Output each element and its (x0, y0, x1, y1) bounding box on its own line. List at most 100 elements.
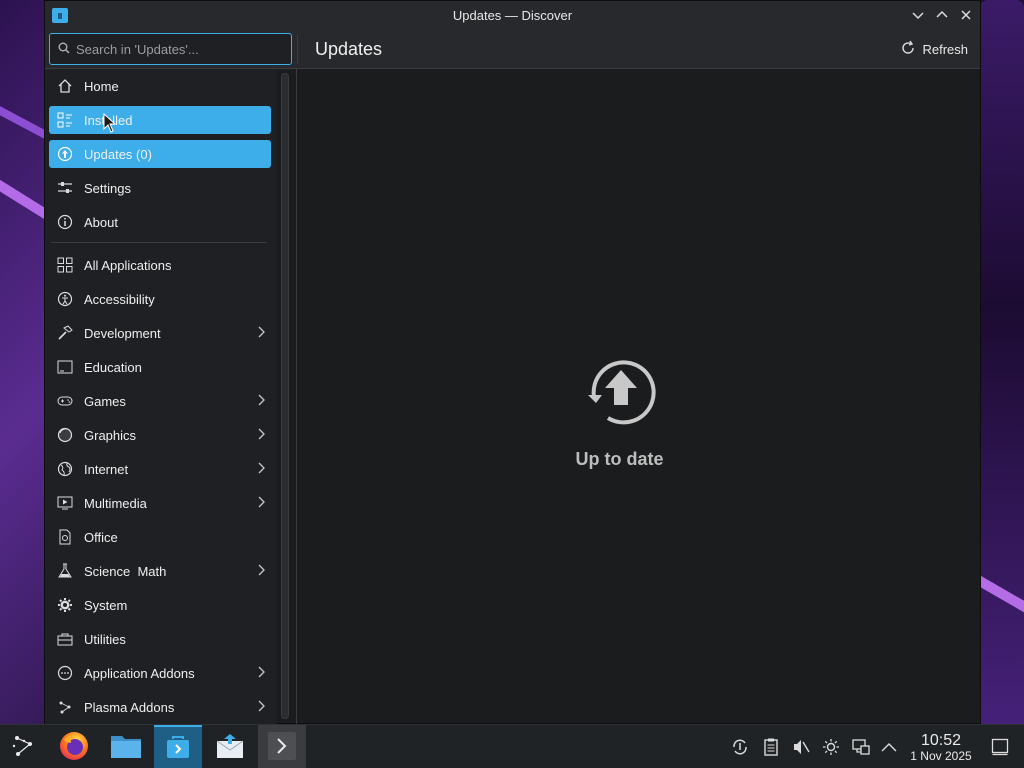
sidebar-item-development[interactable]: Development (49, 319, 271, 347)
launcher-icon (11, 733, 37, 762)
sidebar-item-label: System (84, 597, 128, 613)
taskbar-file-manager[interactable] (102, 725, 150, 768)
sidebar-item-system[interactable]: System (49, 591, 271, 619)
chevron-right-icon (257, 563, 265, 579)
sidebar: Home Installed Updates (0) Settings Abou… (45, 69, 277, 725)
sidebar-item-updates[interactable]: Updates (0) (49, 140, 271, 168)
chevron-right-icon (257, 393, 265, 409)
settings-icon (56, 179, 74, 197)
hammer-icon (56, 324, 74, 342)
sidebar-item-games[interactable]: Games (49, 387, 271, 415)
sidebar-item-plasma-addons[interactable]: Plasma Addons (49, 693, 271, 721)
sidebar-item-label: Settings (84, 180, 131, 196)
chevron-right-icon (257, 665, 265, 681)
sidebar-item-installed[interactable]: Installed (49, 106, 271, 134)
search-icon (58, 42, 70, 57)
grid-icon (56, 256, 74, 274)
flask-icon (56, 562, 74, 580)
titlebar[interactable]: Updates — Discover (45, 1, 980, 30)
sidebar-item-home[interactable]: Home (49, 72, 271, 100)
sidebar-scrollbar[interactable] (281, 73, 289, 719)
mouse-cursor (103, 112, 117, 136)
sidebar-divider (51, 242, 267, 243)
taskbar: 10:52 1 Nov 2025 (0, 724, 1024, 768)
sidebar-item-label: About (84, 214, 118, 230)
sidebar-item-label: Utilities (84, 631, 126, 647)
sidebar-item-label: All Applications (84, 257, 172, 273)
sidebar-item-accessibility[interactable]: Accessibility (49, 285, 271, 313)
chevron-right-icon (257, 699, 265, 715)
wallpaper-edge (980, 0, 1024, 768)
taskbar-discover[interactable] (154, 725, 202, 768)
discover-window: Updates — Discover Updates Refresh (44, 0, 981, 725)
sidebar-item-education[interactable]: Education (49, 353, 271, 381)
sidebar-item-graphics[interactable]: Graphics (49, 421, 271, 449)
chevron-right-icon (257, 461, 265, 477)
volume-muted-icon[interactable] (792, 738, 810, 756)
show-desktop-icon[interactable] (991, 738, 1009, 756)
office-icon (56, 528, 74, 546)
sidebar-item-about[interactable]: About (49, 208, 271, 236)
firefox-icon (58, 730, 90, 765)
sidebar-item-label: Plasma Addons (84, 699, 175, 715)
sidebar-item-science-math[interactable]: Science Math (49, 557, 271, 585)
chevron-right-icon (257, 427, 265, 443)
refresh-button[interactable]: Refresh (900, 40, 968, 59)
brightness-icon[interactable] (822, 738, 840, 756)
taskbar-mail[interactable] (206, 725, 254, 768)
toolbox-icon (56, 630, 74, 648)
sidebar-item-label: Office (84, 529, 118, 545)
search-field[interactable] (49, 33, 292, 65)
clock-time: 10:52 (920, 732, 962, 749)
updates-content: Up to date (297, 69, 980, 723)
sidebar-item-multimedia[interactable]: Multimedia (49, 489, 271, 517)
sidebar-item-label: Updates (0) (84, 146, 152, 162)
chevron-up-icon[interactable] (880, 738, 898, 756)
chevron-right-icon (257, 495, 265, 511)
maximize-icon[interactable] (934, 7, 950, 23)
multimedia-icon (56, 494, 74, 512)
refresh-label: Refresh (922, 42, 968, 57)
window-title: Updates — Discover (452, 8, 573, 23)
page-title: Updates (315, 39, 383, 59)
sidebar-item-label: Graphics (84, 427, 137, 443)
digital-clock[interactable]: 10:52 1 Nov 2025 (905, 732, 977, 763)
home-icon (56, 77, 74, 95)
app-launcher-button[interactable] (0, 725, 48, 768)
graphics-icon (56, 426, 74, 444)
sidebar-item-label: Internet (84, 461, 129, 477)
sidebar-item-label: Science Math (84, 563, 167, 579)
search-input[interactable] (76, 41, 276, 57)
sidebar-item-all-applications[interactable]: All Applications (49, 251, 271, 279)
minimize-icon[interactable] (910, 7, 926, 23)
sidebar-item-label: Multimedia (84, 495, 147, 511)
taskbar-terminal[interactable] (258, 725, 306, 768)
sidebar-item-label: Home (84, 78, 119, 94)
globe-icon (56, 460, 74, 478)
sidebar-item-utilities[interactable]: Utilities (49, 625, 271, 653)
taskbar-firefox[interactable] (50, 725, 98, 768)
refresh-icon (900, 40, 916, 59)
sidebar-item-label: Games (84, 393, 126, 409)
info-icon (56, 213, 74, 231)
sidebar-item-label: Application Addons (84, 665, 195, 681)
sidebar-item-settings[interactable]: Settings (49, 174, 271, 202)
sidebar-item-application-addons[interactable]: Application Addons (49, 659, 271, 687)
sidebar-item-label: Accessibility (84, 291, 155, 307)
sidebar-item-office[interactable]: Office (49, 523, 271, 551)
close-icon[interactable] (958, 7, 974, 23)
installed-icon (56, 111, 74, 129)
chevron-right-icon (257, 325, 265, 341)
terminal-icon (267, 731, 297, 764)
network-icon[interactable] (852, 738, 870, 756)
discover-notifier-icon[interactable] (731, 738, 749, 756)
discover-icon (164, 733, 192, 764)
sidebar-item-internet[interactable]: Internet (49, 455, 271, 483)
gear-icon (56, 596, 74, 614)
education-icon (56, 358, 74, 376)
clipboard-icon[interactable] (762, 738, 780, 756)
sidebar-item-label: Education (84, 359, 142, 375)
up-to-date-label: Up to date (575, 449, 664, 469)
header-divider (297, 35, 298, 64)
updates-icon (56, 145, 74, 163)
